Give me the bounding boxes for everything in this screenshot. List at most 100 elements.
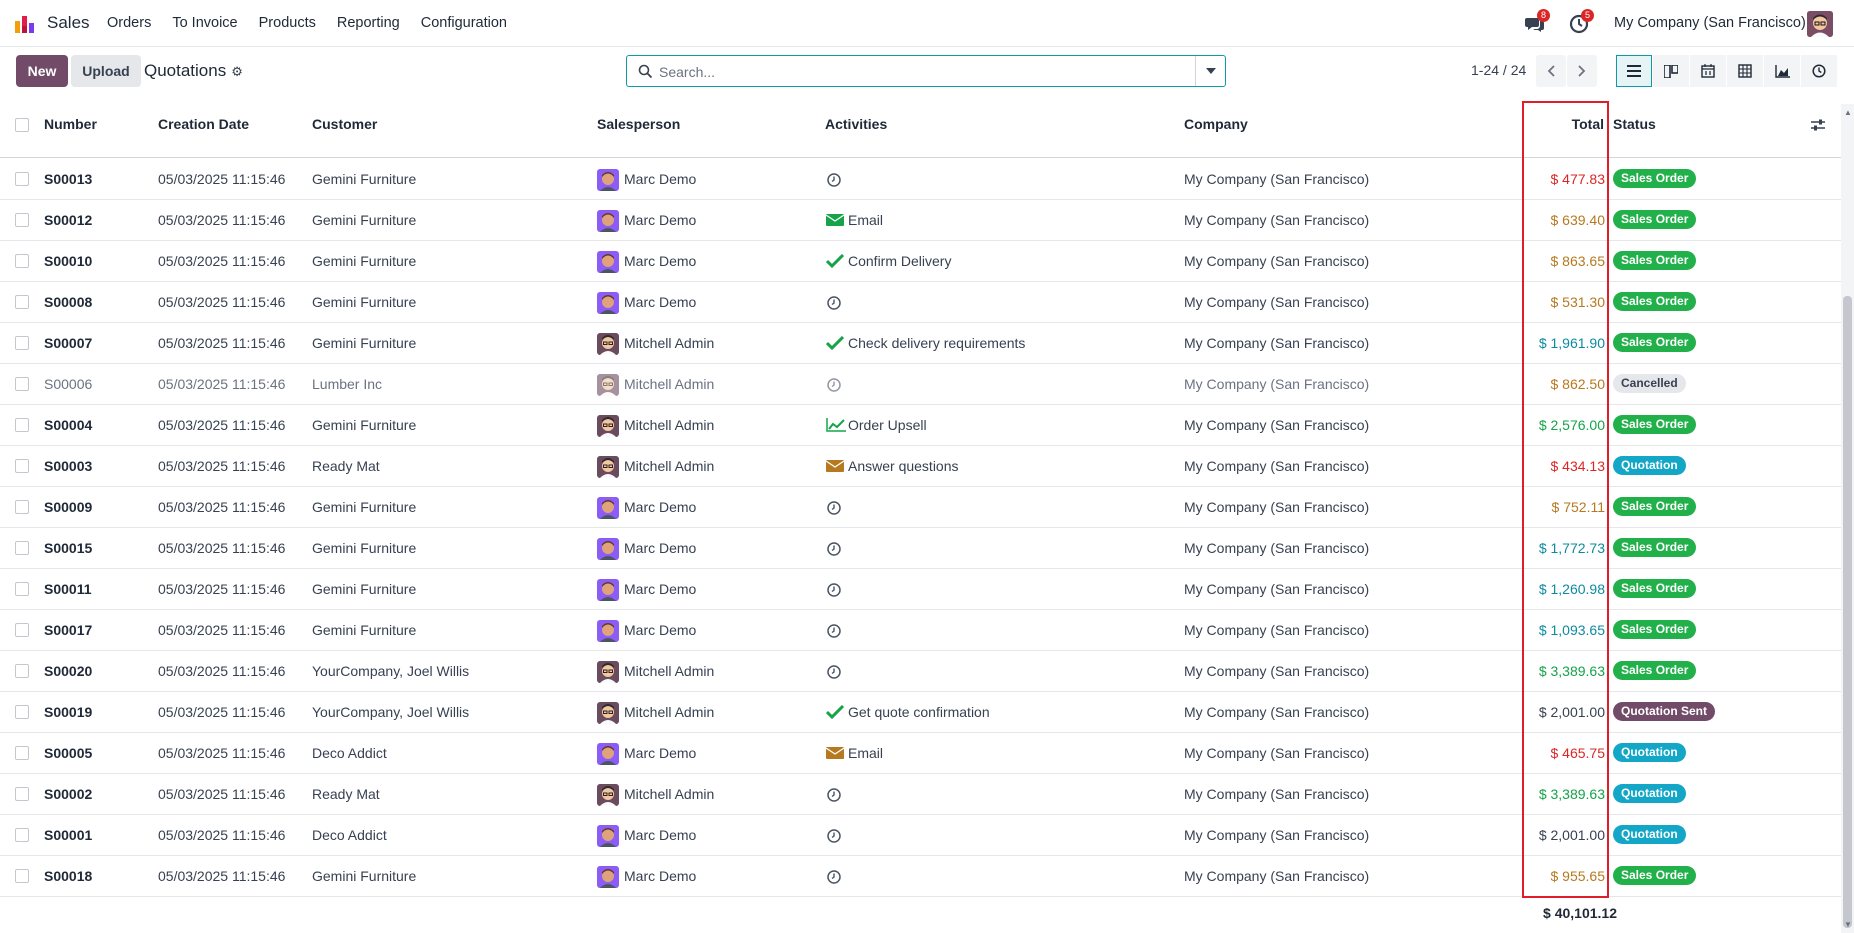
gear-icon[interactable]: ⚙ [231, 64, 243, 80]
row-checkbox[interactable] [15, 582, 29, 596]
upload-button[interactable]: Upload [71, 55, 141, 87]
messages-button[interactable]: 8 [1525, 9, 1551, 34]
row-checkbox[interactable] [15, 295, 29, 309]
new-button[interactable]: New [16, 55, 68, 87]
table-row[interactable]: S00002 05/03/2025 11:15:46 Ready Mat Mitche… [0, 774, 1841, 815]
column-header-customer[interactable]: Customer [312, 116, 377, 132]
table-row[interactable]: S00009 05/03/2025 11:15:46 Gemini Furnitur… [0, 487, 1841, 528]
menu-item-products[interactable]: Products [259, 15, 316, 31]
table-row[interactable]: S00010 05/03/2025 11:15:46 Gemini Furnitur… [0, 241, 1841, 282]
pivot-view-button[interactable] [1727, 55, 1763, 87]
row-checkbox[interactable] [15, 418, 29, 432]
table-row[interactable]: S00004 05/03/2025 11:15:46 Gemini Furnitur… [0, 405, 1841, 446]
menu-item-orders[interactable]: Orders [107, 15, 151, 31]
check-icon[interactable] [825, 335, 845, 352]
column-header-number[interactable]: Number [44, 116, 97, 132]
activity-summary[interactable]: Email [848, 745, 883, 761]
user-avatar[interactable] [1807, 11, 1833, 37]
sales-app-logo-icon[interactable] [14, 12, 36, 34]
envelope-amber-icon[interactable] [825, 459, 845, 475]
row-checkbox[interactable] [15, 500, 29, 514]
activity-summary[interactable]: Answer questions [848, 458, 959, 474]
search-input[interactable] [659, 62, 1179, 82]
optional-columns-toggle-icon[interactable] [1811, 118, 1825, 132]
row-checkbox[interactable] [15, 746, 29, 760]
table-row[interactable]: S00006 05/03/2025 11:15:46 Lumber Inc Mitch… [0, 364, 1841, 405]
activity-summary[interactable]: Confirm Delivery [848, 253, 951, 269]
column-header-status[interactable]: Status [1613, 116, 1656, 132]
calendar-view-button[interactable] [1690, 55, 1726, 87]
scroll-up-arrow-icon[interactable]: ▲ [1844, 108, 1852, 117]
menu-item-to-invoice[interactable]: To Invoice [172, 15, 237, 31]
activity-summary[interactable]: Check delivery requirements [848, 335, 1025, 351]
table-row[interactable]: S00019 05/03/2025 11:15:46 YourCompany, Jo… [0, 692, 1841, 733]
row-checkbox[interactable] [15, 623, 29, 637]
chart-up-icon[interactable] [826, 418, 846, 434]
table-row[interactable]: S00011 05/03/2025 11:15:46 Gemini Furnitur… [0, 569, 1841, 610]
clock-icon[interactable] [826, 828, 842, 844]
clock-icon[interactable] [826, 664, 842, 680]
activity-summary[interactable]: Order Upsell [848, 417, 927, 433]
column-header-company[interactable]: Company [1184, 116, 1248, 132]
kanban-view-button[interactable] [1653, 55, 1689, 87]
company-switcher[interactable]: My Company (San Francisco) [1614, 15, 1806, 31]
clock-icon[interactable] [826, 541, 842, 557]
clock-icon[interactable] [826, 869, 842, 885]
vertical-scrollbar[interactable]: ▲ ▼ [1841, 104, 1854, 933]
table-row[interactable]: S00012 05/03/2025 11:15:46 Gemini Furnitur… [0, 200, 1841, 241]
activity-summary[interactable]: Get quote confirmation [848, 704, 990, 720]
pager-next-button[interactable] [1567, 55, 1597, 87]
check-icon[interactable] [825, 704, 845, 721]
activity-summary[interactable]: Email [848, 212, 883, 228]
column-header-creation-date[interactable]: Creation Date [158, 116, 249, 132]
graph-view-button[interactable] [1764, 55, 1800, 87]
activity-view-button[interactable] [1801, 55, 1837, 87]
scrollbar-thumb[interactable] [1843, 296, 1852, 928]
table-row[interactable]: S00005 05/03/2025 11:15:46 Deco Addict Marc… [0, 733, 1841, 774]
row-checkbox[interactable] [15, 377, 29, 391]
envelope-green-icon[interactable] [825, 213, 845, 229]
clock-icon[interactable] [826, 787, 842, 803]
table-row[interactable]: S00008 05/03/2025 11:15:46 Gemini Furnitur… [0, 282, 1841, 323]
clock-icon[interactable] [826, 623, 842, 639]
column-header-activities[interactable]: Activities [825, 116, 887, 132]
row-checkbox[interactable] [15, 459, 29, 473]
envelope-amber-icon[interactable] [825, 746, 845, 762]
clock-icon[interactable] [826, 582, 842, 598]
pager-previous-button[interactable] [1536, 55, 1566, 87]
row-checkbox[interactable] [15, 828, 29, 842]
table-row[interactable]: S00020 05/03/2025 11:15:46 YourCompany, Jo… [0, 651, 1841, 692]
clock-icon[interactable] [826, 500, 842, 516]
row-checkbox[interactable] [15, 254, 29, 268]
table-row[interactable]: S00003 05/03/2025 11:15:46 Ready Mat Mitche… [0, 446, 1841, 487]
app-name[interactable]: Sales [47, 13, 90, 33]
menu-item-configuration[interactable]: Configuration [421, 15, 507, 31]
table-row[interactable]: S00017 05/03/2025 11:15:46 Gemini Furnitur… [0, 610, 1841, 651]
select-all-checkbox[interactable] [15, 118, 29, 132]
search-options-toggle[interactable] [1195, 56, 1225, 86]
row-checkbox[interactable] [15, 664, 29, 678]
menu-item-reporting[interactable]: Reporting [337, 15, 400, 31]
table-row[interactable]: S00001 05/03/2025 11:15:46 Deco Addict Marc… [0, 815, 1841, 856]
row-checkbox[interactable] [15, 541, 29, 555]
row-checkbox[interactable] [15, 213, 29, 227]
clock-icon[interactable] [826, 295, 842, 311]
table-row[interactable]: S00015 05/03/2025 11:15:46 Gemini Furnitur… [0, 528, 1841, 569]
check-icon[interactable] [825, 253, 845, 270]
column-header-total[interactable]: Total [1572, 116, 1604, 132]
row-checkbox[interactable] [15, 787, 29, 801]
row-checkbox[interactable] [15, 336, 29, 350]
pager-value[interactable]: 1-24 / 24 [1471, 62, 1526, 78]
row-checkbox[interactable] [15, 869, 29, 883]
row-checkbox[interactable] [15, 172, 29, 186]
table-row[interactable]: S00013 05/03/2025 11:15:46 Gemini Furnitur… [0, 159, 1841, 200]
column-header-salesperson[interactable]: Salesperson [597, 116, 680, 132]
clock-icon[interactable] [826, 377, 842, 393]
list-view-button[interactable] [1616, 55, 1652, 87]
scroll-down-arrow-icon[interactable]: ▼ [1844, 920, 1852, 929]
activities-button[interactable]: 5 [1569, 9, 1595, 34]
table-row[interactable]: S00007 05/03/2025 11:15:46 Gemini Furnitur… [0, 323, 1841, 364]
table-row[interactable]: S00018 05/03/2025 11:15:46 Gemini Furnitur… [0, 856, 1841, 897]
row-checkbox[interactable] [15, 705, 29, 719]
clock-icon[interactable] [826, 172, 842, 188]
